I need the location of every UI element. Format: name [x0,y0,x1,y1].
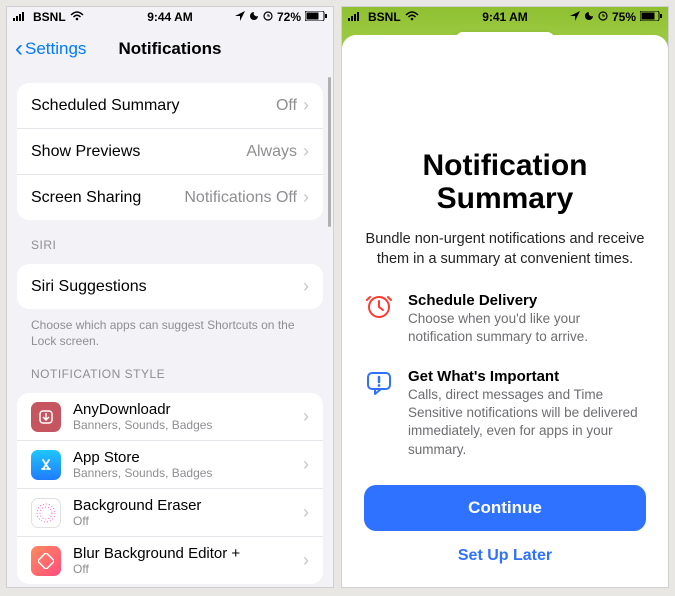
app-name: AnyDownloadr [73,401,291,418]
sheet-title: Notification Summary [364,149,646,215]
clock: 9:41 AM [482,10,528,24]
feature-title: Schedule Delivery [408,292,646,309]
row-value: Notifications Off [184,189,297,207]
location-icon [570,10,580,24]
clock-icon [364,292,394,322]
app-name: App Store [73,449,291,466]
feature-desc: Calls, direct messages and Time Sensitiv… [408,386,646,459]
battery-icon [640,10,662,24]
chevron-right-icon: › [303,550,309,571]
row-show-previews[interactable]: Show Previews Always › [17,129,323,175]
app-name: Background Eraser [73,497,291,514]
alert-bubble-icon [364,368,394,398]
row-label: Scheduled Summary [31,97,180,115]
status-bar: BSNL 9:41 AM 75% [342,7,668,27]
feature-schedule: Schedule Delivery Choose when you'd like… [364,292,646,346]
row-scheduled-summary[interactable]: Scheduled Summary Off › [17,83,323,129]
app-name: Blur Background Editor + [73,545,291,562]
signal-icon [13,10,29,24]
row-label: Siri Suggestions [31,278,147,296]
app-icon [31,450,61,480]
app-sub: Off [73,514,291,528]
chevron-right-icon: › [303,454,309,475]
chevron-right-icon: › [303,187,309,208]
chevron-right-icon: › [303,141,309,162]
app-row-anydownloadr[interactable]: AnyDownloadr Banners, Sounds, Badges › [17,393,323,441]
chevron-left-icon: ‹ [15,37,23,61]
signal-icon [348,10,364,24]
app-icon [31,498,61,528]
onboarding-sheet: Notification Summary Bundle non-urgent n… [342,35,668,587]
siri-footer: Choose which apps can suggest Shortcuts … [31,317,309,349]
status-bar: BSNL 9:44 AM 72% [7,7,333,27]
battery-percent: 72% [277,10,301,24]
siri-group: Siri Suggestions › [17,264,323,309]
row-screen-sharing[interactable]: Screen Sharing Notifications Off › [17,175,323,220]
back-label: Settings [25,39,86,59]
feature-important: Get What's Important Calls, direct messa… [364,368,646,459]
wifi-icon [405,10,419,24]
app-row-appstore[interactable]: App Store Banners, Sounds, Badges › [17,441,323,489]
section-header-style: NOTIFICATION STYLE [31,367,309,381]
app-row-blur[interactable]: Blur Background Editor + Off › [17,537,323,584]
carrier-label: BSNL [368,10,401,24]
continue-button[interactable]: Continue [364,485,646,531]
row-value: Off [276,97,297,115]
chevron-right-icon: › [303,406,309,427]
phone-right: BSNL 9:41 AM 75% [341,6,669,588]
battery-percent: 75% [612,10,636,24]
page-title: Notifications [119,39,222,59]
app-icon [31,402,61,432]
feature-desc: Choose when you'd like your notification… [408,310,646,346]
alarm-icon [263,10,273,24]
setup-later-button[interactable]: Set Up Later [364,541,646,571]
scroll-indicator[interactable] [328,77,331,227]
feature-title: Get What's Important [408,368,646,385]
row-siri-suggestions[interactable]: Siri Suggestions › [17,264,323,309]
back-button[interactable]: ‹ Settings [15,37,86,61]
app-sub: Off [73,562,291,576]
app-sub: Banners, Sounds, Badges [73,418,291,432]
clock: 9:44 AM [147,10,193,24]
row-label: Show Previews [31,143,140,161]
battery-icon [305,10,327,24]
dnd-icon [249,10,259,24]
phone-left: BSNL 9:44 AM 72% [6,6,334,588]
chevron-right-icon: › [303,95,309,116]
dnd-icon [584,10,594,24]
apps-group: AnyDownloadr Banners, Sounds, Badges › A… [17,393,323,584]
app-sub: Banners, Sounds, Badges [73,466,291,480]
section-header-siri: SIRI [31,238,309,252]
location-icon [235,10,245,24]
wifi-icon [70,10,84,24]
nav-bar: ‹ Settings Notifications [7,27,333,71]
row-label: Screen Sharing [31,189,141,207]
app-icon [31,546,61,576]
sheet-lead: Bundle non-urgent notifications and rece… [364,229,646,270]
row-value: Always [246,143,297,161]
app-row-bgeraser[interactable]: Background Eraser Off › [17,489,323,537]
chevron-right-icon: › [303,502,309,523]
alarm-icon [598,10,608,24]
carrier-label: BSNL [33,10,66,24]
chevron-right-icon: › [303,276,309,297]
general-group: Scheduled Summary Off › Show Previews Alw… [17,83,323,220]
